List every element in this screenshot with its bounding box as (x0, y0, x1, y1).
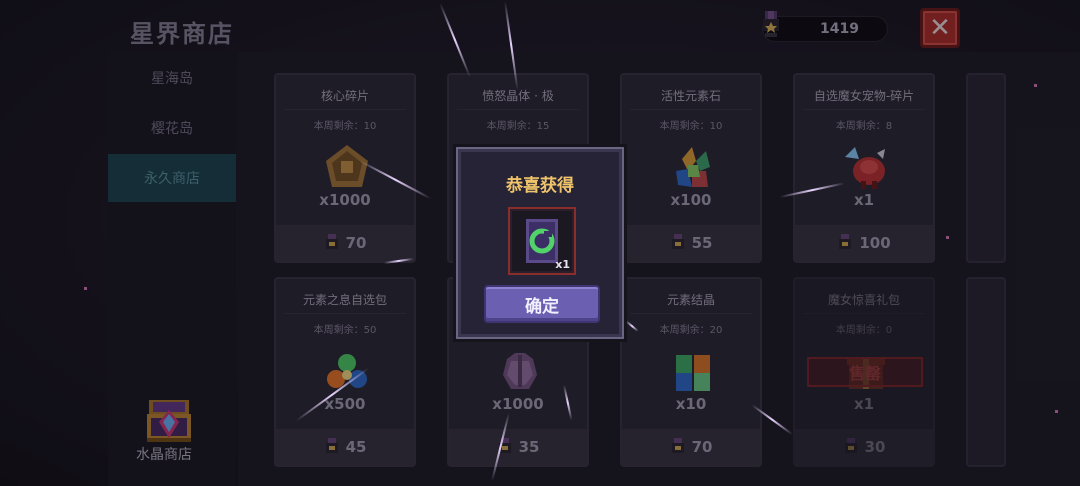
confirm-button[interactable]: 确定 (484, 285, 600, 323)
reward-quantity: x1 (555, 258, 570, 271)
sparkle (1034, 84, 1037, 87)
reward-item-slot[interactable]: x1 (508, 207, 576, 275)
dialog-title: 恭喜获得 (506, 176, 574, 196)
reward-dialog: 恭喜获得 x1 确定 (456, 147, 624, 339)
star-shop-screen: 星界商店 1419 ✕ 星海岛 樱花岛 永久商店 水晶商店 核心碎片 本周剩余：… (0, 0, 1080, 486)
sparkle (1055, 410, 1058, 413)
sparkle (946, 236, 949, 239)
sparkle (84, 287, 87, 290)
